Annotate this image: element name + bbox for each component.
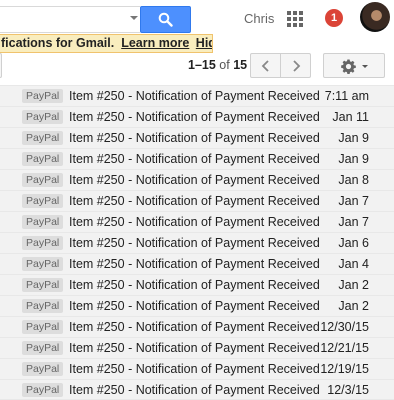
search-options-dropdown-icon[interactable]: [130, 16, 138, 20]
message-row[interactable]: PayPal Item #250 - Notification of Paymen…: [0, 106, 394, 127]
message-row[interactable]: PayPal Item #250 - Notification of Paymen…: [0, 190, 394, 211]
message-date: Jan 11: [332, 110, 369, 124]
paypal-label[interactable]: PayPal: [22, 236, 64, 250]
paypal-label[interactable]: PayPal: [22, 131, 64, 145]
message-subject: Item #250 - Notification of Payment Rece…: [69, 131, 320, 145]
page-range: 1–15: [188, 58, 216, 72]
paypal-label[interactable]: PayPal: [22, 320, 64, 334]
page-of: of: [219, 58, 230, 72]
message-subject: Item #250 - Notification of Payment Rece…: [69, 383, 320, 397]
gear-icon: [341, 59, 356, 74]
chevron-down-icon: [362, 65, 368, 68]
search-button[interactable]: [140, 6, 191, 33]
chevron-right-icon: [293, 60, 301, 72]
paypal-label[interactable]: PayPal: [22, 299, 64, 313]
paypal-label[interactable]: PayPal: [22, 110, 64, 124]
search-input[interactable]: [0, 6, 140, 33]
message-date: Jan 2: [338, 278, 369, 292]
message-row[interactable]: PayPal Item #250 - Notification of Paymen…: [0, 253, 394, 274]
message-row[interactable]: PayPal Item #250 - Notification of Paymen…: [0, 337, 394, 358]
message-subject: Item #250 - Notification of Payment Rece…: [69, 173, 320, 187]
message-row[interactable]: PayPal Item #250 - Notification of Paymen…: [0, 358, 394, 379]
message-date: Jan 8: [338, 173, 369, 187]
message-row[interactable]: PayPal Item #250 - Notification of Paymen…: [0, 274, 394, 295]
message-subject: Item #250 - Notification of Payment Rece…: [69, 110, 320, 124]
message-date: Jan 9: [338, 131, 369, 145]
message-row[interactable]: PayPal Item #250 - Notification of Paymen…: [0, 85, 394, 106]
message-date: Jan 4: [338, 257, 369, 271]
paypal-label[interactable]: PayPal: [22, 362, 64, 376]
message-date: Jan 7: [338, 215, 369, 229]
message-date: 12/19/15: [320, 362, 369, 376]
message-date: 7:11 am: [324, 89, 369, 103]
message-subject: Item #250 - Notification of Payment Rece…: [69, 194, 320, 208]
search-icon: [158, 12, 173, 27]
message-date: Jan 6: [338, 236, 369, 250]
page-total: 15: [233, 58, 248, 72]
notifications-badge[interactable]: 1: [325, 9, 343, 27]
learn-more-link[interactable]: Learn more: [121, 36, 189, 50]
older-button[interactable]: [280, 53, 311, 78]
message-subject: Item #250 - Notification of Payment Rece…: [69, 152, 320, 166]
message-date: Jan 9: [338, 152, 369, 166]
message-date: Jan 7: [338, 194, 369, 208]
newer-button[interactable]: [250, 53, 281, 78]
paypal-label[interactable]: PayPal: [22, 173, 64, 187]
chevron-left-icon: [261, 60, 269, 72]
message-date: 12/3/15: [327, 383, 369, 397]
message-subject: Item #250 - Notification of Payment Rece…: [69, 341, 320, 355]
message-date: Jan 2: [338, 299, 369, 313]
message-subject: Item #250 - Notification of Payment Rece…: [69, 320, 320, 334]
message-date: 12/30/15: [320, 320, 369, 334]
message-row[interactable]: PayPal Item #250 - Notification of Paymen…: [0, 295, 394, 316]
paypal-label[interactable]: PayPal: [22, 89, 64, 103]
paypal-label[interactable]: PayPal: [22, 215, 64, 229]
toolbar: 1–15 of 15: [0, 53, 394, 83]
message-subject: Item #250 - Notification of Payment Rece…: [69, 215, 320, 229]
message-subject: Item #250 - Notification of Payment Rece…: [69, 89, 320, 103]
settings-button[interactable]: [323, 53, 385, 78]
apps-grid-icon[interactable]: [287, 11, 303, 27]
notice-text: fications for Gmail.: [1, 36, 115, 50]
paypal-label[interactable]: PayPal: [22, 383, 64, 397]
message-subject: Item #250 - Notification of Payment Rece…: [69, 278, 320, 292]
message-row[interactable]: PayPal Item #250 - Notification of Paymen…: [0, 169, 394, 190]
message-row[interactable]: PayPal Item #250 - Notification of Paymen…: [0, 211, 394, 232]
paypal-label[interactable]: PayPal: [22, 194, 64, 208]
notice-banner: fications for Gmail. Learn more Hide: [0, 34, 213, 53]
message-row[interactable]: PayPal Item #250 - Notification of Paymen…: [0, 127, 394, 148]
paypal-label[interactable]: PayPal: [22, 257, 64, 271]
paypal-label[interactable]: PayPal: [22, 152, 64, 166]
hide-link[interactable]: Hide: [196, 36, 212, 50]
message-subject: Item #250 - Notification of Payment Rece…: [69, 236, 320, 250]
message-row[interactable]: PayPal Item #250 - Notification of Paymen…: [0, 232, 394, 253]
message-row[interactable]: PayPal Item #250 - Notification of Paymen…: [0, 316, 394, 337]
user-name[interactable]: Chris: [244, 11, 274, 26]
message-subject: Item #250 - Notification of Payment Rece…: [69, 299, 320, 313]
paypal-label[interactable]: PayPal: [22, 341, 64, 355]
top-header: Chris 1: [0, 0, 394, 34]
message-subject: Item #250 - Notification of Payment Rece…: [69, 362, 320, 376]
message-list: PayPal Item #250 - Notification of Paymen…: [0, 85, 394, 400]
paypal-label[interactable]: PayPal: [22, 278, 64, 292]
message-date: 12/21/15: [320, 341, 369, 355]
select-button[interactable]: [0, 53, 2, 78]
message-subject: Item #250 - Notification of Payment Rece…: [69, 257, 320, 271]
message-row[interactable]: PayPal Item #250 - Notification of Paymen…: [0, 148, 394, 169]
avatar[interactable]: [360, 2, 390, 32]
message-row[interactable]: PayPal Item #250 - Notification of Paymen…: [0, 379, 394, 400]
page-count: 1–15 of 15: [188, 58, 247, 72]
